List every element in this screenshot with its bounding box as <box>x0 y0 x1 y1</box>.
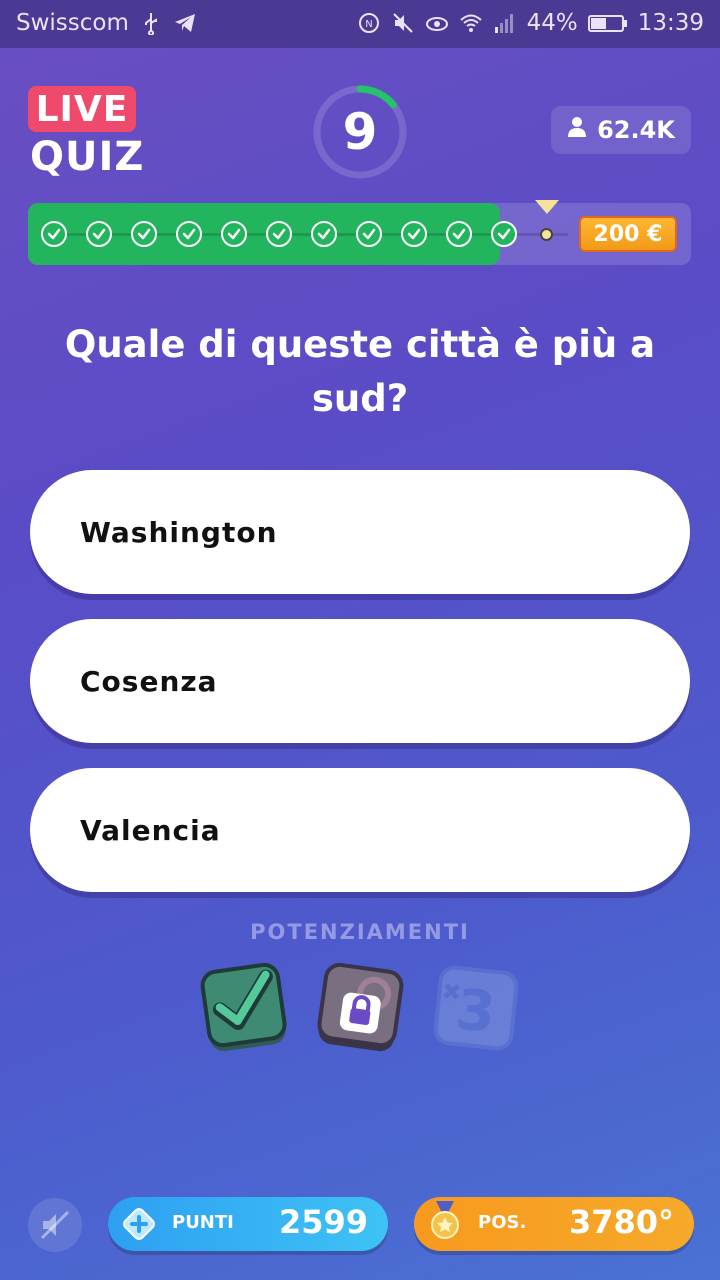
signal-icon <box>493 11 517 35</box>
prize-badge: 200 € <box>579 216 677 252</box>
completed-question-check-icon <box>221 221 247 247</box>
points-value: 2599 <box>278 1203 368 1241</box>
completed-question-check-icon <box>356 221 382 247</box>
points-label: PUNTI <box>172 1212 234 1233</box>
wifi-icon <box>459 11 483 35</box>
check-answer-icon <box>200 962 287 1052</box>
position-label: POS. <box>478 1212 527 1233</box>
usb-icon <box>139 11 163 36</box>
question-progress: 200 € <box>28 200 691 265</box>
answer-option-1[interactable]: Washington <box>30 470 690 594</box>
completed-question-check-icon <box>131 221 157 247</box>
live-quiz-logo: LIVE QUIZ <box>28 86 143 182</box>
mute-icon <box>391 11 415 35</box>
position-pill[interactable]: POS. 3780° <box>414 1197 694 1251</box>
status-bar: Swisscom N 44% 13:39 <box>0 0 720 48</box>
logo-quiz: QUIZ <box>30 134 145 180</box>
muted-sound-icon <box>40 1210 70 1240</box>
eye-icon <box>425 11 449 35</box>
medal-icon <box>431 1201 459 1239</box>
completed-question-check-icon <box>41 221 67 247</box>
current-question-marker-icon <box>535 200 559 214</box>
completed-question-check-icon <box>311 221 337 247</box>
plus-3-powerup[interactable]: 3 <box>430 962 522 1054</box>
svg-text:N: N <box>365 19 372 30</box>
question-text: Quale di queste città è più a sud? <box>64 323 656 420</box>
points-diamond-icon <box>123 1208 155 1240</box>
viewer-count: 62.4K <box>551 106 691 154</box>
points-pill[interactable]: PUNTI 2599 <box>108 1197 388 1251</box>
countdown-timer: 9 <box>310 82 410 182</box>
completed-question-check-icon <box>446 221 472 247</box>
check-answer-powerup[interactable] <box>198 962 290 1054</box>
sound-toggle-button[interactable] <box>28 1198 82 1252</box>
svg-text:3: 3 <box>453 977 499 1046</box>
clock: 13:39 <box>637 10 704 36</box>
lock-icon <box>317 962 404 1052</box>
carrier-name: Swisscom <box>16 10 129 36</box>
nfc-icon: N <box>357 11 381 35</box>
completed-question-check-icon <box>491 221 517 247</box>
answer-label: Cosenza <box>80 664 218 698</box>
status-right: N 44% 13:39 <box>357 10 704 36</box>
answer-label: Valencia <box>80 813 221 847</box>
completed-question-check-icon <box>401 221 427 247</box>
current-question-dot <box>540 228 553 241</box>
user-icon <box>567 116 587 144</box>
timer-value: 9 <box>342 103 378 161</box>
completed-question-check-icon <box>86 221 112 247</box>
completed-question-check-icon <box>266 221 292 247</box>
logo-live: LIVE <box>28 86 136 132</box>
answer-label: Washington <box>80 515 278 549</box>
locked-powerup[interactable] <box>314 962 406 1054</box>
powerups-title: POTENZIAMENTI <box>250 920 470 944</box>
status-left: Swisscom <box>16 10 197 36</box>
plus-3-icon: 3 <box>433 965 519 1051</box>
completed-question-check-icon <box>176 221 202 247</box>
telegram-icon <box>173 11 197 35</box>
answer-option-2[interactable]: Cosenza <box>30 619 690 743</box>
battery-icon <box>587 11 628 35</box>
answer-option-3[interactable]: Valencia <box>30 768 690 892</box>
progress-track <box>48 233 568 236</box>
position-value: 3780° <box>568 1203 674 1241</box>
viewer-count-value: 62.4K <box>597 116 675 144</box>
battery-percent: 44% <box>526 10 578 36</box>
